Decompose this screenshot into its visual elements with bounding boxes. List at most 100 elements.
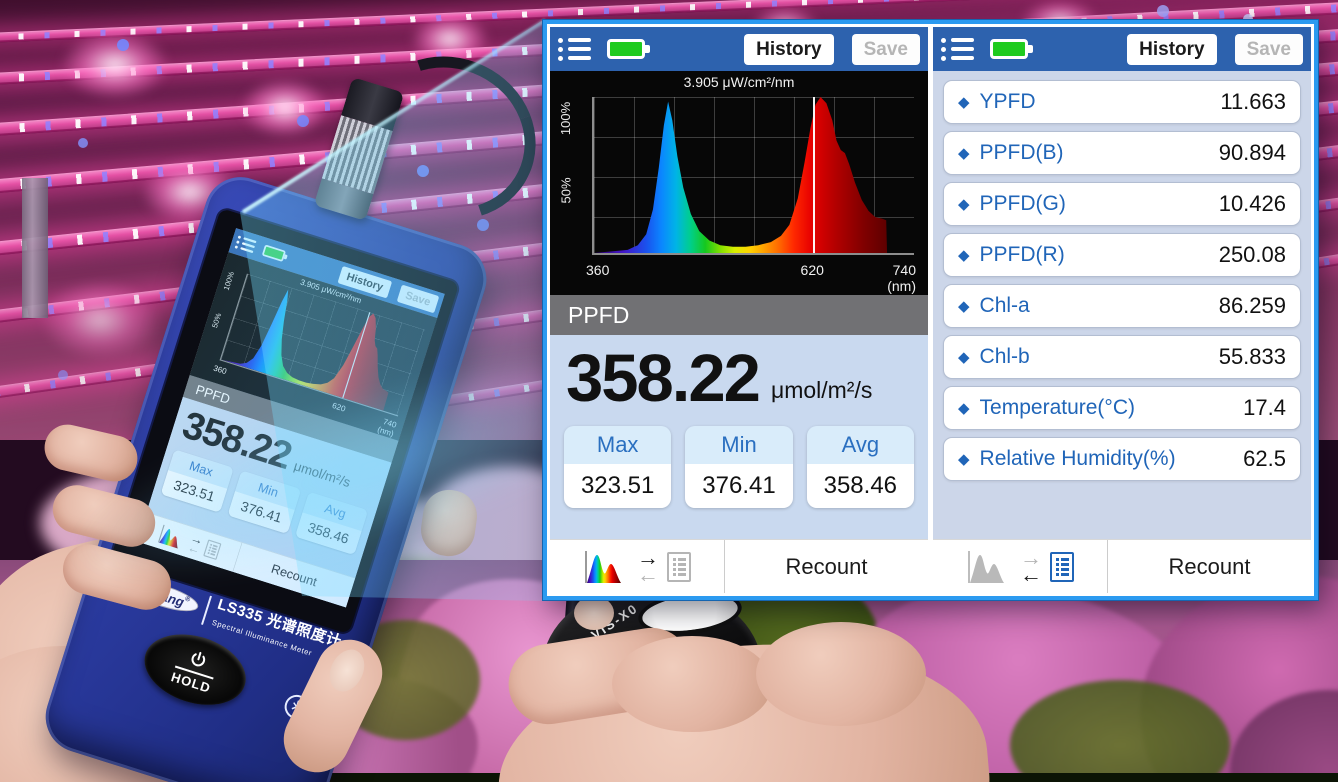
stat-card-max: Max 323.51 [564, 426, 671, 508]
reading-value: 10.426 [1219, 191, 1286, 217]
reading-value: 17.4 [1243, 395, 1286, 421]
stat-card-max: Max 323.51 [161, 449, 235, 513]
stat-label: Min [685, 426, 792, 464]
reading-row-ypfd: ◆ YPFD 11.663 [943, 80, 1301, 124]
panel-header: History Save [933, 27, 1311, 71]
menu-icon [235, 235, 257, 253]
rack-pillar [22, 178, 48, 318]
stat-label: Max [564, 426, 671, 464]
menu-icon[interactable] [558, 38, 591, 61]
right-hand-knuckle [612, 636, 772, 732]
reading-row-temperature: ◆ Temperature(°C) 17.4 [943, 386, 1301, 430]
swap-arrows-icon: →← [637, 550, 659, 583]
stat-card-min: Min 376.41 [685, 426, 792, 508]
stat-value: 376.41 [685, 464, 792, 508]
value-area: 358.22 μmol/m²/s Max 323.51 Min 376.41 A… [550, 335, 928, 539]
view-toggle[interactable]: →← [550, 540, 725, 593]
spectrum-view-icon [966, 549, 1012, 585]
reading-value: 90.894 [1219, 140, 1286, 166]
readings-list: ◆ YPFD 11.663 ◆ PPFD(B) 90.894 ◆ PPFD(G)… [933, 71, 1311, 539]
diamond-bullet-icon: ◆ [958, 348, 970, 366]
bottom-bar: →← Recount [933, 539, 1311, 593]
save-button[interactable]: Save [852, 34, 920, 65]
x-tick-620: 620 [331, 401, 347, 414]
peak-marker-line [813, 97, 815, 253]
reading-row-ppfd-g: ◆ PPFD(G) 10.426 [943, 182, 1301, 226]
light-glow [240, 78, 330, 138]
x-tick-620: 620 [801, 262, 824, 278]
hold-label: HOLD [169, 669, 212, 696]
save-button[interactable]: Save [1235, 34, 1303, 65]
diamond-bullet-icon: ◆ [958, 93, 970, 111]
x-tick-360: 360 [586, 262, 609, 278]
y-tick-50: 50% [210, 312, 223, 329]
stat-value: 323.51 [564, 464, 671, 508]
list-view-icon [203, 539, 221, 560]
reading-label: Relative Humidity(%) [980, 447, 1244, 471]
battery-icon [262, 244, 286, 262]
swap-arrows-icon: →← [1020, 550, 1042, 583]
thumb-nail [323, 644, 371, 698]
diamond-bullet-icon: ◆ [958, 144, 970, 162]
bottom-bar: →← Recount [550, 539, 928, 593]
panel-header: History Save [550, 27, 928, 71]
x-tick-360: 360 [212, 363, 228, 376]
reading-value: 55.833 [1219, 344, 1286, 370]
power-icon [186, 647, 211, 672]
spectrum-view-icon [157, 523, 188, 551]
spectrum-curve [594, 97, 914, 253]
mode-title: PPFD [568, 302, 629, 329]
spectrum-chart: 3.905 μW/cm²/nm 100% 50% 360 620 740 (nm… [550, 71, 928, 295]
plot-area [592, 97, 914, 255]
stat-card-avg: Avg 358.46 [807, 426, 914, 508]
right-hand-knuckle [756, 622, 926, 726]
reading-row-chl-b: ◆ Chl-b 55.833 [943, 335, 1301, 379]
recount-label: Recount [786, 554, 868, 580]
stats-row: Max 323.51 Min 376.41 Avg 358.46 [550, 416, 928, 522]
scene: { "spectrum_panel": { "history_label": "… [0, 0, 1338, 782]
history-button[interactable]: History [1127, 34, 1216, 65]
stat-card-min: Min 376.41 [228, 470, 302, 534]
reading-value: 250.08 [1219, 242, 1286, 268]
reading-label: PPFD(R) [980, 243, 1219, 267]
list-view-icon [667, 552, 691, 582]
diamond-bullet-icon: ◆ [958, 297, 970, 315]
spectrum-view-icon [583, 549, 629, 585]
stat-value: 358.46 [807, 464, 914, 508]
list-view-icon [1050, 552, 1074, 582]
reading-value: 11.663 [1220, 89, 1286, 115]
reading-row-ppfd-r: ◆ PPFD(R) 250.08 [943, 233, 1301, 277]
recount-label: Recount [269, 561, 318, 589]
recount-button[interactable]: Recount [1108, 540, 1311, 593]
diamond-bullet-icon: ◆ [958, 399, 970, 417]
spectrum-panel: History Save 3.905 μW/cm²/nm 100% 50% 36… [550, 27, 928, 593]
reading-row-chl-a: ◆ Chl-a 86.259 [943, 284, 1301, 328]
light-glow [60, 30, 170, 100]
x-axis-unit: (nm) [887, 278, 916, 294]
reading-row-humidity: ◆ Relative Humidity(%) 62.5 [943, 437, 1301, 481]
diamond-bullet-icon: ◆ [958, 195, 970, 213]
diamond-bullet-icon: ◆ [958, 450, 970, 468]
reading-value: 62.5 [1243, 446, 1286, 472]
reading-label: Chl-b [980, 345, 1219, 369]
x-tick-740: 740 [893, 262, 916, 278]
battery-icon [990, 39, 1028, 59]
reading-label: Chl-a [980, 294, 1219, 318]
peak-irradiance-label: 3.905 μW/cm²/nm [550, 74, 928, 90]
app-screens: History Save 3.905 μW/cm²/nm 100% 50% 36… [543, 20, 1318, 600]
view-toggle[interactable]: →← [933, 540, 1108, 593]
menu-icon[interactable] [941, 38, 974, 61]
battery-icon [607, 39, 645, 59]
reading-row-ppfd-b: ◆ PPFD(B) 90.894 [943, 131, 1301, 175]
ppfd-value: 358.22 [566, 345, 759, 412]
brand-divider [201, 596, 212, 625]
history-button[interactable]: History [744, 34, 833, 65]
right-hand-fingernail [574, 596, 614, 630]
light-glow [40, 280, 160, 360]
stat-card-avg: Avg 358.46 [295, 492, 369, 556]
y-tick-100: 100% [558, 102, 573, 135]
reading-value: 86.259 [1219, 293, 1286, 319]
reading-label: PPFD(G) [980, 192, 1219, 216]
recount-button[interactable]: Recount [725, 540, 928, 593]
x-axis-labels: 360 620 740 [592, 260, 914, 278]
